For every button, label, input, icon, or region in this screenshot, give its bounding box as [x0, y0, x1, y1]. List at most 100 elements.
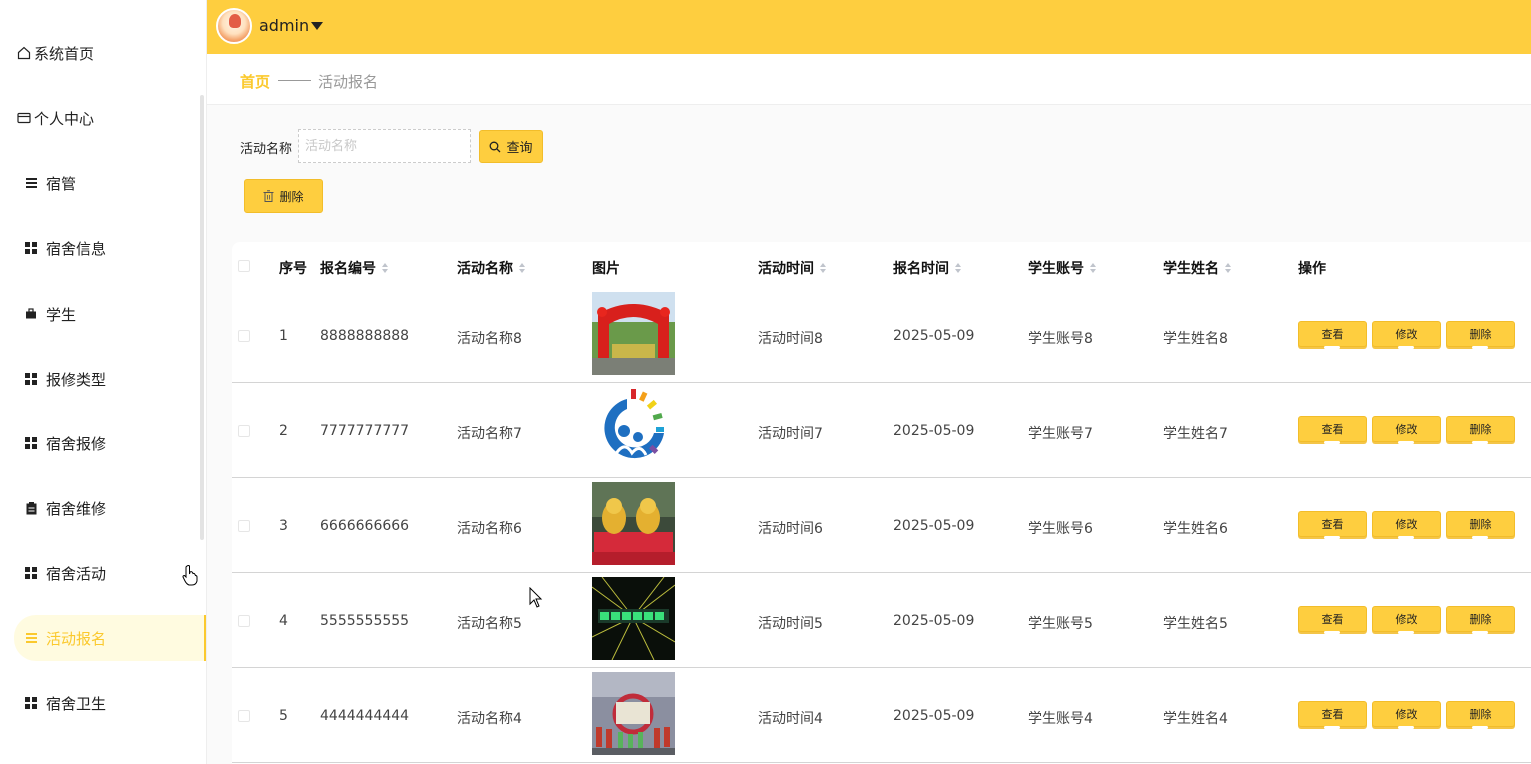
activity-image[interactable] [592, 387, 675, 470]
sidebar-item-dorm-manager[interactable]: 宿管 [14, 160, 206, 206]
avatar[interactable] [216, 8, 252, 44]
cell-index: 3 [279, 518, 288, 534]
column-header-sortable[interactable]: 活动时间 [758, 258, 826, 278]
sidebar-item-student[interactable]: 学生 [14, 291, 206, 337]
cell-student-name: 学生姓名8 [1163, 331, 1228, 347]
sidebar-scrollbar[interactable] [200, 95, 204, 540]
cell-student-account: 学生账号8 [1028, 331, 1093, 347]
grid-icon [23, 695, 39, 711]
cell-student-name: 学生姓名5 [1163, 616, 1228, 632]
delete-button[interactable]: 删除 [1446, 511, 1515, 539]
row-actions: 查看 修改 删除 [1298, 511, 1515, 539]
delete-button[interactable]: 删除 [1446, 321, 1515, 349]
sidebar-item-dorm-repair[interactable]: 宿舍报修 [14, 420, 206, 466]
data-table: 序号 报名编号 活动名称 图片 活动时间 报名时间 学生账号 学生姓名 操作 1… [232, 242, 1531, 764]
view-button[interactable]: 查看 [1298, 606, 1367, 634]
row-checkbox[interactable] [238, 520, 250, 532]
column-header-sortable[interactable]: 学生账号 [1028, 258, 1096, 278]
row-actions: 查看 修改 删除 [1298, 701, 1515, 729]
column-header: 序号 [279, 261, 307, 277]
row-checkbox[interactable] [238, 425, 250, 437]
edit-button[interactable]: 修改 [1372, 606, 1441, 634]
row-checkbox[interactable] [238, 615, 250, 627]
view-button[interactable]: 查看 [1298, 321, 1367, 349]
cell-activity: 活动名称6 [457, 521, 522, 537]
cell-student-account: 学生账号4 [1028, 711, 1093, 727]
cell-code: 5555555555 [320, 613, 410, 629]
grid-icon [23, 371, 39, 387]
sort-icon[interactable] [382, 263, 388, 273]
sort-icon[interactable] [820, 263, 826, 273]
sidebar-item-label: 学生 [46, 305, 77, 324]
breadcrumb-separator [278, 80, 311, 81]
sidebar-item-label: 宿舍活动 [46, 564, 107, 583]
search-input[interactable] [298, 129, 471, 163]
list-icon [23, 175, 39, 191]
row-checkbox[interactable] [238, 710, 250, 722]
sidebar-item-label: 宿舍卫生 [46, 694, 107, 713]
sidebar-item-profile[interactable]: 个人中心 [14, 95, 206, 141]
column-header-sortable[interactable]: 报名编号 [320, 258, 388, 278]
edit-button[interactable]: 修改 [1372, 416, 1441, 444]
column-header-sortable[interactable]: 活动名称 [457, 258, 525, 278]
sidebar-item-dorm-hygiene[interactable]: 宿舍卫生 [14, 680, 206, 726]
arrow-cursor-icon [529, 587, 543, 608]
search-button[interactable]: 查询 [479, 130, 543, 163]
cell-index: 4 [279, 613, 288, 629]
cell-student-name: 学生姓名6 [1163, 521, 1228, 537]
sidebar-item-repair-type[interactable]: 报修类型 [14, 356, 206, 402]
edit-button[interactable]: 修改 [1372, 321, 1441, 349]
sidebar-item-label: 宿舍报修 [46, 434, 107, 453]
cell-index: 1 [279, 328, 288, 344]
username[interactable]: admin [259, 16, 309, 35]
cell-student-account: 学生账号6 [1028, 521, 1093, 537]
delete-button[interactable]: 删除 [1446, 416, 1515, 444]
sidebar-item-label: 个人中心 [34, 109, 95, 128]
activity-image[interactable] [592, 482, 675, 565]
column-header-sortable[interactable]: 报名时间 [893, 258, 961, 278]
breadcrumb-current: 活动报名 [318, 73, 379, 91]
edit-button[interactable]: 修改 [1372, 511, 1441, 539]
view-button[interactable]: 查看 [1298, 701, 1367, 729]
column-header: 图片 [592, 261, 620, 277]
clipboard-icon [23, 500, 39, 516]
activity-image[interactable] [592, 577, 675, 660]
search-label: 活动名称 [240, 142, 293, 157]
activity-image[interactable] [592, 292, 675, 375]
sidebar-item-home[interactable]: 系统首页 [14, 30, 206, 76]
sidebar-item-activity-signup[interactable]: 活动报名 [14, 615, 206, 661]
cell-index: 5 [279, 708, 288, 724]
cell-code: 6666666666 [320, 518, 410, 534]
briefcase-icon [23, 306, 39, 322]
cell-index: 2 [279, 423, 288, 439]
sort-icon[interactable] [519, 263, 525, 273]
column-header: 操作 [1298, 261, 1326, 277]
select-all-checkbox[interactable] [238, 260, 250, 272]
batch-delete-button[interactable]: 删除 [244, 179, 323, 213]
sidebar-item-dorm-activity[interactable]: 宿舍活动 [14, 550, 206, 596]
cell-time: 活动时间4 [758, 711, 823, 727]
sidebar-item-dorm-maintenance[interactable]: 宿舍维修 [14, 485, 206, 531]
edit-button[interactable]: 修改 [1372, 701, 1441, 729]
activity-image[interactable] [592, 672, 675, 755]
row-checkbox[interactable] [238, 330, 250, 342]
table-header: 序号 报名编号 活动名称 图片 活动时间 报名时间 学生账号 学生姓名 操作 [232, 242, 1531, 290]
chevron-down-icon[interactable] [311, 22, 323, 30]
column-header-sortable[interactable]: 学生姓名 [1163, 258, 1231, 278]
sort-icon[interactable] [1090, 263, 1096, 273]
cell-student-name: 学生姓名7 [1163, 426, 1228, 442]
view-button[interactable]: 查看 [1298, 511, 1367, 539]
table-row: 5 4444444444 活动名称4 活动时间4 2025-05-09 学生账号… [232, 668, 1531, 763]
sidebar-item-label: 活动报名 [46, 629, 107, 648]
sidebar-item-dorm-info[interactable]: 宿舍信息 [14, 225, 206, 271]
row-actions: 查看 修改 删除 [1298, 416, 1515, 444]
table-row: 4 5555555555 活动名称5 活动时间5 2025-05-09 学生账号… [232, 573, 1531, 668]
sort-icon[interactable] [1225, 263, 1231, 273]
delete-button[interactable]: 删除 [1446, 606, 1515, 634]
sort-icon[interactable] [955, 263, 961, 273]
delete-button[interactable]: 删除 [1446, 701, 1515, 729]
grid-icon [23, 240, 39, 256]
table-row: 3 6666666666 活动名称6 活动时间6 2025-05-09 学生账号… [232, 478, 1531, 573]
view-button[interactable]: 查看 [1298, 416, 1367, 444]
breadcrumb-home[interactable]: 首页 [240, 71, 270, 92]
